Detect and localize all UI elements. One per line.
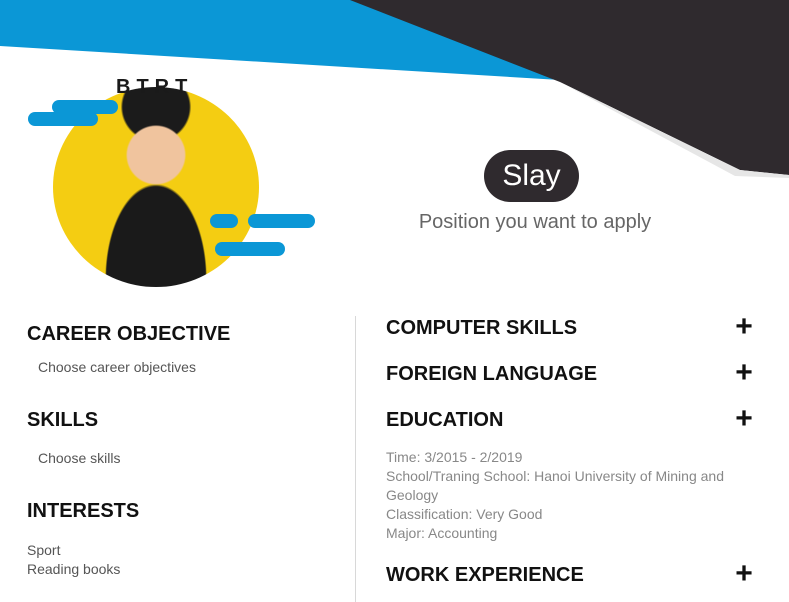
education-title: EDUCATION [386, 409, 504, 431]
career-objective-title: CAREER OBJECTIVE [27, 323, 231, 345]
work-experience-section: WORK EXPERIENCE + [386, 559, 756, 589]
interest-item: Reading books [27, 561, 121, 577]
foreign-language-section: FOREIGN LANGUAGE + [386, 358, 756, 388]
interest-item: Sport [27, 542, 61, 558]
interests-title: INTERESTS [27, 500, 140, 522]
position-field[interactable]: Position you want to apply [390, 211, 680, 234]
education-classification: Classification: Very Good [386, 506, 543, 522]
education-entry[interactable]: Time: 3/2015 - 2/2019 School/Traning Sch… [386, 448, 756, 543]
add-computer-skill-plus-icon[interactable]: + [732, 312, 756, 342]
education-major: Major: Accounting [386, 525, 498, 541]
computer-skills-title: COMPUTER SKILLS [386, 317, 578, 339]
decor-pill-2 [28, 112, 98, 126]
decor-pill-5 [215, 242, 285, 256]
name-badge[interactable]: Slay [484, 150, 579, 202]
decor-pill-4 [248, 214, 315, 228]
column-divider [355, 316, 356, 602]
education-time: Time: 3/2015 - 2/2019 [386, 449, 523, 465]
foreign-language-title: FOREIGN LANGUAGE [386, 363, 598, 385]
add-work-plus-icon[interactable]: + [732, 559, 756, 589]
photo-caption: BTRT [116, 76, 194, 98]
skills-title: SKILLS [27, 409, 99, 431]
career-objective-field[interactable]: Choose career objectives [38, 359, 337, 375]
education-school-cont: Geology [386, 487, 439, 503]
left-column: CAREER OBJECTIVE Choose career objective… [27, 323, 337, 579]
skills-field[interactable]: Choose skills [38, 450, 337, 466]
computer-skills-section: COMPUTER SKILLS + [386, 312, 756, 342]
right-column: COMPUTER SKILLS + FOREIGN LANGUAGE + EDU… [386, 312, 756, 589]
add-education-plus-icon[interactable]: + [732, 404, 756, 434]
add-language-plus-icon[interactable]: + [732, 358, 756, 388]
work-experience-title: WORK EXPERIENCE [386, 564, 584, 586]
education-school: School/Traning School: Hanoi University … [386, 468, 724, 484]
interests-list[interactable]: Sport Reading books [27, 541, 337, 579]
decor-pill-3 [210, 214, 238, 228]
education-section: EDUCATION + [386, 404, 756, 434]
